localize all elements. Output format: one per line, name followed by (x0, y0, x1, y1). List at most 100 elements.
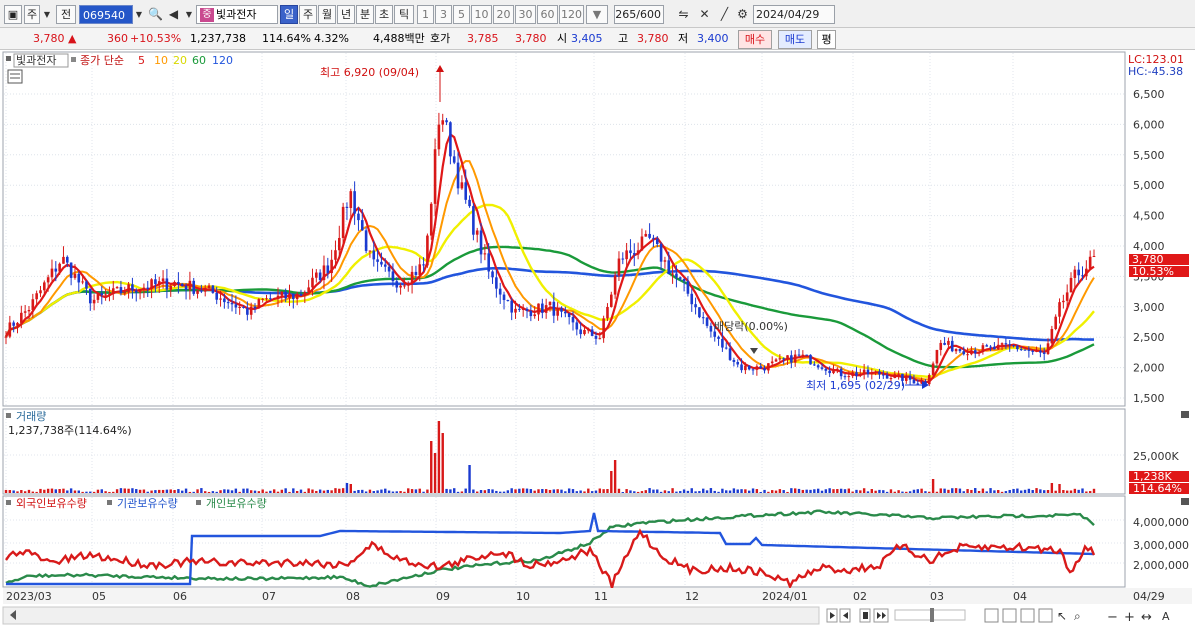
candle-body (897, 373, 900, 375)
buy-button[interactable]: 매수 (738, 30, 772, 49)
holding-close-icon[interactable] (1181, 498, 1189, 505)
chart-tools-icon[interactable]: ⇋ (675, 5, 692, 24)
calculator-icon[interactable] (7, 69, 23, 84)
candle-body (265, 298, 268, 300)
volume-bar (418, 488, 421, 493)
table-view-icon[interactable] (1038, 608, 1053, 623)
window-menu-icon[interactable]: ▣ (4, 5, 22, 24)
stock-code-input[interactable]: 069540 (79, 5, 133, 24)
sell-button[interactable]: 매도 (778, 30, 812, 49)
zoom-in-icon[interactable]: + (1124, 610, 1135, 625)
layout-icon[interactable] (1020, 608, 1035, 623)
candle-body (544, 305, 548, 313)
candle-body (334, 250, 337, 260)
zoom-out-icon[interactable]: − (1107, 610, 1118, 625)
search-zoom-icon[interactable]: ⌕ (1074, 609, 1081, 623)
candle-body (376, 259, 379, 262)
indiv-menu-icon[interactable] (196, 500, 201, 505)
period-year[interactable]: 년 (337, 5, 355, 24)
candle-body (1058, 302, 1061, 317)
code-dropdown-icon[interactable]: ▼ (133, 5, 145, 24)
type-dropdown-icon[interactable]: ▼ (41, 5, 53, 24)
split-view-icon[interactable] (984, 608, 999, 623)
interval-10[interactable]: 10 (471, 5, 492, 24)
interval-1[interactable]: 1 (417, 5, 434, 24)
period-week[interactable]: 주 (299, 5, 317, 24)
count-max: /600 (636, 8, 661, 21)
x-axis-label: 10 (516, 590, 530, 603)
avg-button[interactable]: 평 (817, 30, 836, 49)
candle-body (587, 329, 590, 331)
date-input[interactable]: 2024/04/29 (753, 5, 835, 24)
interval-60[interactable]: 60 (537, 5, 558, 24)
x-axis-label: 05 (92, 590, 106, 603)
low-label: 저 (678, 32, 689, 45)
candle-body (146, 287, 150, 289)
search-icon[interactable]: 🔍 (147, 5, 164, 24)
panel-menu-icon[interactable] (6, 56, 11, 61)
candle-body (590, 329, 594, 336)
interval-custom[interactable]: ▼ (586, 5, 608, 24)
interval-3[interactable]: 3 (435, 5, 452, 24)
stock-name-box[interactable]: 중 빛과전자 (196, 5, 278, 24)
candle-body (20, 312, 23, 323)
holding-menu-icon[interactable] (6, 500, 11, 505)
interval-20[interactable]: 20 (493, 5, 514, 24)
candle-body (353, 191, 356, 214)
period-day[interactable]: 일 (280, 5, 298, 24)
candle-body (491, 271, 494, 278)
period-month[interactable]: 월 (318, 5, 336, 24)
volume-bar (204, 491, 207, 493)
grid-view-icon[interactable] (1002, 608, 1017, 623)
speaker-dropdown-icon[interactable]: ▼ (183, 5, 195, 24)
volume-bar (146, 491, 149, 493)
candle-body (1000, 343, 1004, 345)
prev-button[interactable]: 전 (56, 5, 76, 24)
settings-gear-icon[interactable]: ⚙ (734, 5, 751, 24)
chart-draw-icon[interactable]: ╱ (716, 5, 733, 24)
speaker-icon[interactable]: ◀ (165, 5, 182, 24)
candle-body (460, 182, 464, 189)
candle-body (514, 308, 517, 313)
volume-bar (625, 489, 628, 493)
hc-text: HC:-45.38 (1128, 65, 1183, 78)
volume-bar (50, 488, 54, 493)
interval-5[interactable]: 5 (453, 5, 470, 24)
candle-body (372, 250, 376, 260)
volume-bar (912, 489, 916, 493)
volume-menu-icon[interactable] (6, 413, 11, 418)
menu-icon[interactable]: A (1162, 610, 1170, 623)
volume-bar (709, 488, 713, 493)
volume-bar (81, 491, 84, 493)
chart-cross-icon[interactable]: ✕ (696, 5, 713, 24)
zoom-fit-icon[interactable]: ↔ (1141, 610, 1152, 625)
candle-body (1019, 349, 1023, 351)
pointer-icon[interactable]: ↖ (1057, 609, 1067, 623)
candle-body (1035, 350, 1038, 352)
volume-bar (154, 490, 157, 493)
candle-body (518, 308, 521, 310)
type-selector[interactable]: 주 (24, 5, 40, 24)
interval-120[interactable]: 120 (559, 5, 584, 24)
horizontal-scrollbar[interactable] (2, 606, 820, 625)
volume-bar (207, 491, 211, 493)
candle-body (767, 363, 770, 371)
ma-menu-icon[interactable] (71, 57, 76, 62)
volume-close-icon[interactable] (1181, 411, 1189, 418)
candle-body (261, 298, 264, 300)
period-minute[interactable]: 분 (356, 5, 374, 24)
volume-bar (322, 490, 326, 493)
volume-bar (112, 491, 115, 493)
volume-bar (27, 489, 31, 493)
period-second[interactable]: 초 (375, 5, 393, 24)
price-y-tick: 2,000 (1133, 362, 1165, 375)
inst-menu-icon[interactable] (107, 500, 112, 505)
count-input[interactable]: 265/600 (614, 5, 664, 24)
volume-bar (269, 490, 272, 493)
zoom-slider-thumb[interactable] (930, 608, 934, 622)
volume-bar (1008, 489, 1011, 493)
volume-bar (318, 489, 322, 493)
period-tick[interactable]: 틱 (394, 5, 414, 24)
candle-body (874, 371, 877, 373)
interval-30[interactable]: 30 (515, 5, 536, 24)
